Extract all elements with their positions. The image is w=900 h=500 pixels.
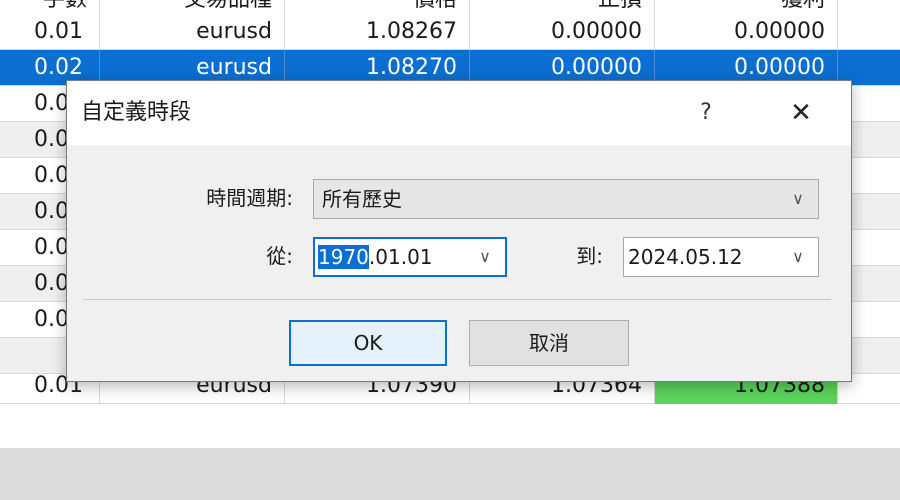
custom-period-dialog: 自定義時段 ? ✕ 時間週期: 所有歷史 ∨ 從: 1970.01.01 ∨ 到… — [66, 80, 852, 382]
header-symbol[interactable]: 交易品種 — [100, 0, 285, 14]
table-row-empty — [0, 404, 900, 440]
chevron-down-icon[interactable]: ∨ — [788, 238, 808, 276]
dialog-title: 自定義時段 — [81, 100, 192, 125]
header-sl[interactable]: 止損 — [470, 0, 655, 14]
ok-button[interactable]: OK — [289, 320, 447, 366]
header-price[interactable]: 價格 — [285, 0, 470, 14]
status-strip — [0, 448, 900, 500]
to-date-text: 2024.05.12 — [628, 245, 743, 269]
from-label: 從: — [266, 244, 293, 268]
period-label: 時間週期: — [206, 186, 293, 210]
dialog-divider — [83, 299, 831, 300]
from-date-picker[interactable]: 1970.01.01 ∨ — [313, 237, 507, 277]
chevron-down-icon[interactable]: ∨ — [475, 239, 495, 275]
period-select-value: 所有歷史 — [322, 187, 402, 211]
table-header: 手數 交易品種 價格 止損 獲利 — [0, 0, 900, 14]
to-date-picker[interactable]: 2024.05.12 ∨ — [623, 237, 819, 277]
to-label: 到: — [576, 244, 603, 268]
cancel-button[interactable]: 取消 — [469, 320, 629, 366]
header-lots[interactable]: 手數 — [0, 0, 100, 14]
from-date-selected-text: 1970 — [318, 245, 369, 269]
period-select[interactable]: 所有歷史 ∨ — [313, 179, 819, 219]
cell-sl: 0.00000 — [470, 14, 655, 50]
chevron-down-icon: ∨ — [792, 189, 804, 208]
table-row[interactable]: 0.01 eurusd 1.08267 0.00000 0.00000 — [0, 14, 900, 50]
header-tp[interactable]: 獲利 — [655, 0, 838, 14]
dialog-titlebar[interactable]: 自定義時段 ? ✕ — [67, 81, 851, 145]
cell-price: 1.08267 — [285, 14, 470, 50]
cell-tp: 0.00000 — [655, 14, 838, 50]
close-icon[interactable]: ✕ — [779, 81, 823, 145]
cell-lots: 0.01 — [0, 14, 100, 50]
help-icon[interactable]: ? — [691, 81, 721, 145]
from-date-text: .01.01 — [368, 245, 433, 269]
cell-symbol: eurusd — [100, 14, 285, 50]
